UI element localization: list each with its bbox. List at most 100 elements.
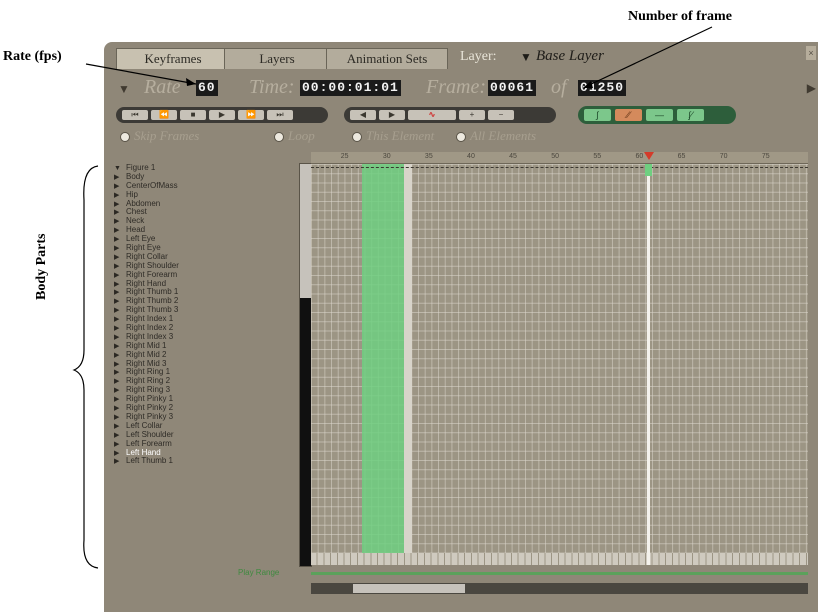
layer-dropdown[interactable]: Base Layer [536,48,604,65]
playhead-marker-icon[interactable] [643,152,654,160]
tab-animation-sets[interactable]: Animation Sets [326,48,448,69]
ruler-tick-label: 60 [635,153,644,160]
ruler-tick-label: 50 [551,153,560,160]
body-parts-tree: ▼ Figure 1 ▶ Body ▶ CenterOfMass ▶ Hip ▶ Abdomen ▶… [114,163,294,467]
play-button[interactable]: ▶ [209,110,235,120]
keyframe-edge-strip [403,164,412,553]
tree-item-label: CenterOfMass [126,180,178,190]
tree-item-label: Right Collar [126,251,168,261]
vertical-scrollbar-thumb[interactable] [300,164,311,298]
time-field[interactable]: 00:00:01:01 [300,80,401,96]
body-parts-annotation: Body Parts [34,233,49,301]
tree-item-label: Right Thumb 1 [126,287,179,297]
tree-item-label: Right Mid 2 [126,349,167,359]
tree-item-label: Figure 1 [126,163,156,172]
tree-item-label: Right Index 2 [126,323,174,333]
this-element-radio[interactable] [352,132,362,142]
tree-item-label: Left Eye [126,234,156,244]
keyframe-grid[interactable] [311,164,808,565]
ruler-tick-label: 75 [761,153,770,160]
tree-item-label: Right Index 1 [126,314,174,324]
all-elements-label: All Elements [470,128,537,143]
timeline-dashed-line [311,167,808,168]
spline-interpolation-icon[interactable]: ∫ [584,109,611,121]
loop-label: Loop [288,128,315,143]
tree-item-label: Right Thumb 2 [126,296,179,306]
tree-item-label: Right Thumb 3 [126,305,179,315]
skip-frames-label: Skip Frames [134,128,200,143]
stop-button[interactable]: ■ [180,110,206,120]
tree-item-label: Right Pinky 1 [126,394,174,404]
layer-label: Layer: [460,49,497,64]
current-frame-line[interactable] [646,164,650,565]
tree-item-label: Right Pinky 2 [126,403,174,413]
tree-item-label: Right Hand [126,278,167,288]
chevron-right-icon[interactable]: ▶ [807,81,816,95]
ruler-tick-label: 40 [467,153,475,160]
ruler-tick-label: 25 [340,153,349,160]
transport-controls: ⏮ ⏪ ■ ▶ ⏩ ⏭ [116,107,328,123]
last-frame-button[interactable]: ⏭ [267,110,293,120]
horizontal-scrollbar[interactable] [311,583,808,594]
tree-item-label: Right Forearm [126,269,178,279]
tree-item-label: Left Forearm [126,438,172,448]
curve-icon[interactable]: ∿ [408,110,456,120]
total-frames-field[interactable]: 01250 [578,80,627,96]
skip-frames-radio[interactable] [120,132,130,142]
expand-right-icon[interactable]: ▶ [114,458,126,467]
tree-item-label: Left Hand [126,447,161,457]
keyframe-block[interactable] [361,164,404,553]
tree-item-label: Left Shoulder [126,429,174,439]
ruler-tick-label: 70 [719,153,728,160]
of-label: of [551,76,567,98]
panel-menu-icon[interactable]: ▼ [118,82,130,96]
tree-item-label: Right Index 3 [126,331,174,341]
delete-key-button[interactable]: − [488,110,514,120]
tree-item-label: Right Ring 1 [126,367,171,377]
loop-radio[interactable] [274,132,284,142]
all-elements-radio[interactable] [456,132,466,142]
tree-item[interactable]: ▶ CenterOfMass [114,180,294,191]
next-key-button[interactable]: ▶ [379,110,405,120]
ruler-tick-label: 65 [677,153,686,160]
constant-interpolation-icon[interactable]: — [646,109,673,121]
tree-item-label: Right Shoulder [126,260,179,270]
ruler-tick-label: 35 [424,153,433,160]
tab-keyframes[interactable]: Keyframes [116,48,230,69]
chevron-down-icon[interactable]: ▼ [520,50,532,64]
play-range-bar[interactable] [311,572,808,575]
tree-item-label: Chest [126,207,147,217]
linear-interpolation-icon[interactable]: ⁄⁄ [615,109,642,121]
rate-annotation: Rate (fps) [3,49,62,64]
first-frame-button[interactable]: ⏮ [122,110,148,120]
number-of-frame-annotation: Number of frame [628,9,732,24]
body-parts-brace [72,165,99,569]
key-edit-controls: ◀ ▶ ∿ + − [344,107,556,123]
tree-item-label: Right Pinky 3 [126,411,174,421]
tree-item-label: Head [126,225,146,235]
previous-keyframe-button[interactable]: ⏪ [151,110,177,120]
interpolation-controls: ∫ ⁄⁄ — ∫⁄ [578,106,736,124]
tree-item-label: Left Thumb 1 [126,456,173,466]
this-element-label: This Element [366,128,435,143]
time-label: Time: [249,76,295,98]
previous-key-button[interactable]: ◀ [350,110,376,120]
frame-ruler[interactable]: 25 30 35 40 45 50 55 60 65 70 75 [311,152,808,164]
tree-item-label: Neck [126,216,145,226]
close-icon[interactable]: × [806,46,816,60]
current-frame-keyframe[interactable] [644,164,652,176]
tree-item-label: Right Eye [126,243,161,253]
tree-item[interactable]: ▶ Left Thumb 1 [114,456,294,467]
tree-item-label: Right Mid 3 [126,358,167,368]
next-keyframe-button[interactable]: ⏩ [238,110,264,120]
play-range-label: Play Range [238,568,280,577]
timeline-footer-row [311,553,808,565]
horizontal-scrollbar-thumb[interactable] [353,584,465,593]
break-interpolation-icon[interactable]: ∫⁄ [677,109,704,121]
frame-field[interactable]: 00061 [488,80,537,96]
tab-layers[interactable]: Layers [224,48,330,69]
rate-field[interactable]: 60 [196,80,218,96]
tree-item-label: Abdomen [126,198,161,208]
tree-item-label: Right Ring 3 [126,385,171,395]
add-key-button[interactable]: + [459,110,485,120]
